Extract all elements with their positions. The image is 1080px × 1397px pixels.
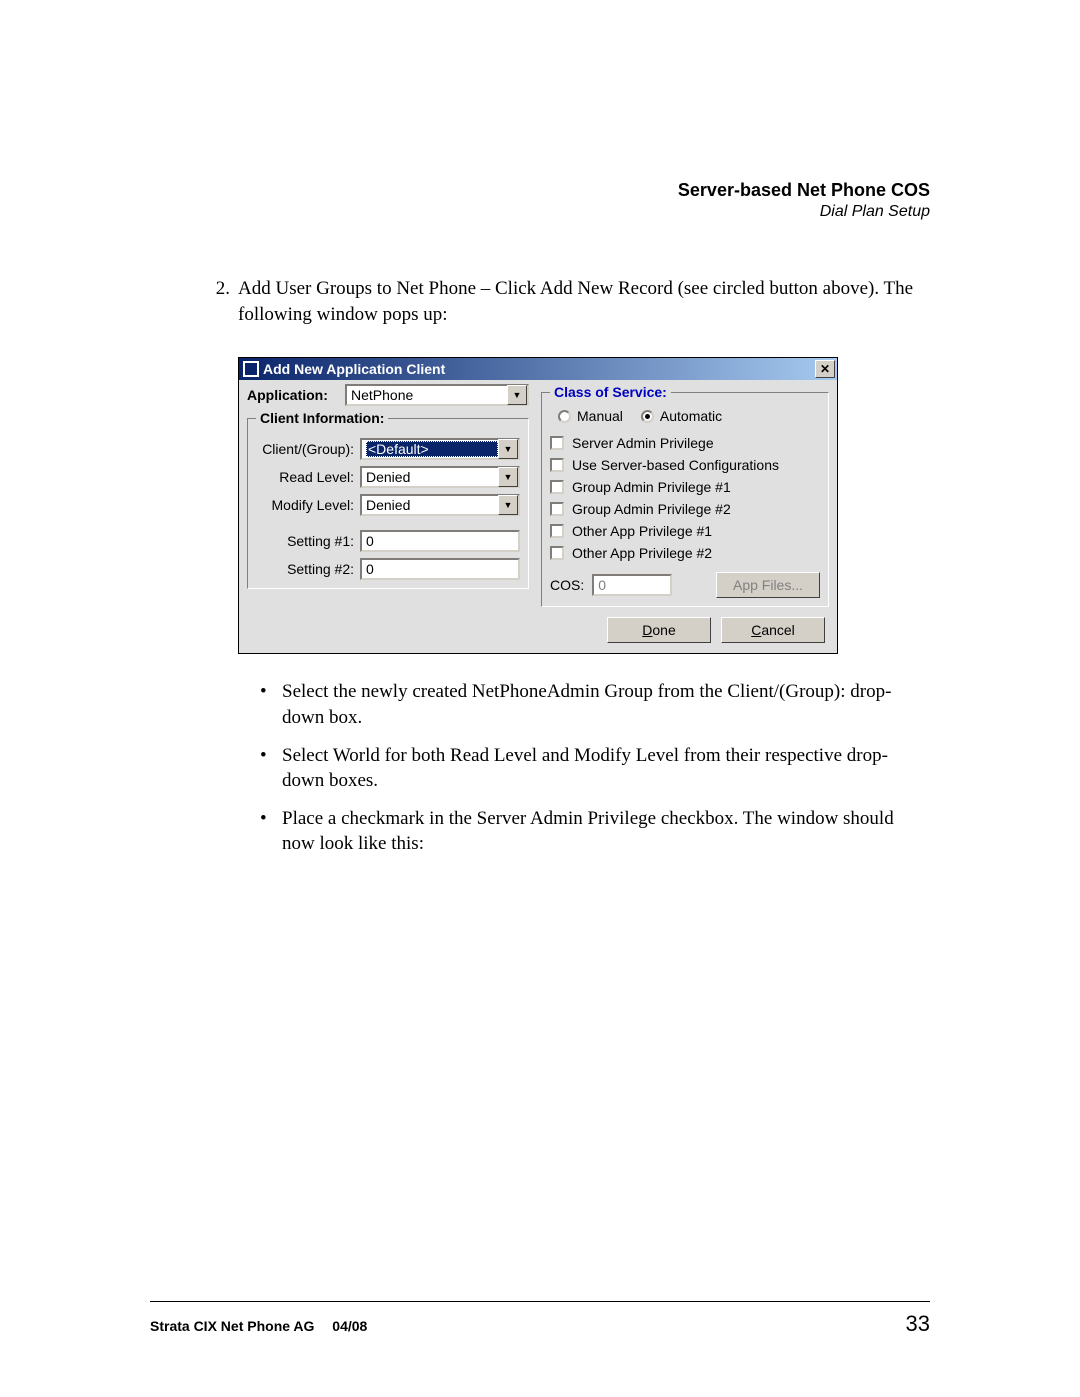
checkbox-label: Other App Privilege #2 bbox=[572, 545, 712, 561]
setting2-input[interactable]: 0 bbox=[360, 558, 520, 580]
bullet-item: Select World for both Read Level and Mod… bbox=[260, 743, 930, 794]
checkbox-label: Other App Privilege #1 bbox=[572, 523, 712, 539]
app-files-button: App Files... bbox=[716, 572, 820, 598]
client-info-legend: Client Information: bbox=[256, 410, 388, 426]
checkbox-other-app-2[interactable]: Other App Privilege #2 bbox=[550, 542, 820, 564]
chevron-down-icon[interactable]: ▼ bbox=[507, 385, 527, 405]
cancel-rest: ancel bbox=[761, 622, 794, 638]
setting1-input[interactable]: 0 bbox=[360, 530, 520, 552]
page-header: Server-based Net Phone COS Dial Plan Set… bbox=[200, 180, 930, 221]
instruction-bullets: Select the newly created NetPhoneAdmin G… bbox=[260, 679, 930, 857]
class-of-service-legend: Class of Service: bbox=[550, 384, 671, 400]
chevron-down-icon[interactable]: ▼ bbox=[498, 439, 518, 459]
step-text: Add User Groups to Net Phone – Click Add… bbox=[238, 276, 930, 327]
read-level-value: Denied bbox=[366, 469, 498, 485]
checkbox-label: Group Admin Privilege #1 bbox=[572, 479, 731, 495]
cos-input: 0 bbox=[592, 574, 672, 596]
checkbox-icon bbox=[550, 546, 564, 560]
checkbox-icon bbox=[550, 502, 564, 516]
bullet-item: Place a checkmark in the Server Admin Pr… bbox=[260, 806, 930, 857]
step-number: 2. bbox=[200, 276, 238, 327]
client-info-group: Client Information: Client/(Group): <Def… bbox=[247, 410, 529, 589]
manual-radio-label: Manual bbox=[577, 408, 623, 424]
setting1-value: 0 bbox=[366, 533, 374, 549]
checkbox-server-admin-privilege[interactable]: Server Admin Privilege bbox=[550, 432, 820, 454]
radio-icon bbox=[641, 410, 654, 423]
read-level-label: Read Level: bbox=[256, 469, 360, 485]
client-group-value: <Default> bbox=[366, 441, 498, 457]
checkbox-icon bbox=[550, 524, 564, 538]
bullet-item: Select the newly created NetPhoneAdmin G… bbox=[260, 679, 930, 730]
dialog-window: Add New Application Client ✕ Application… bbox=[238, 357, 838, 654]
dialog-screenshot: Add New Application Client ✕ Application… bbox=[238, 357, 930, 654]
setting2-value: 0 bbox=[366, 561, 374, 577]
footer-doc-name: Strata CIX Net Phone AG bbox=[150, 1318, 314, 1334]
chevron-down-icon[interactable]: ▼ bbox=[498, 467, 518, 487]
footer-date: 04/08 bbox=[332, 1318, 367, 1334]
modify-level-combo[interactable]: Denied ▼ bbox=[360, 494, 520, 516]
page-footer: Strata CIX Net Phone AG 04/08 33 bbox=[150, 1311, 930, 1337]
checkbox-label: Server Admin Privilege bbox=[572, 435, 714, 451]
step-2: 2. Add User Groups to Net Phone – Click … bbox=[200, 276, 930, 327]
header-subtitle: Dial Plan Setup bbox=[200, 203, 930, 221]
chevron-down-icon[interactable]: ▼ bbox=[498, 495, 518, 515]
checkbox-group-admin-2[interactable]: Group Admin Privilege #2 bbox=[550, 498, 820, 520]
close-button[interactable]: ✕ bbox=[815, 360, 835, 378]
application-value: NetPhone bbox=[351, 387, 507, 403]
automatic-radio-label: Automatic bbox=[660, 408, 722, 424]
application-combo[interactable]: NetPhone ▼ bbox=[345, 384, 529, 406]
window-title: Add New Application Client bbox=[263, 361, 815, 377]
cos-label: COS: bbox=[550, 577, 584, 593]
read-level-combo[interactable]: Denied ▼ bbox=[360, 466, 520, 488]
checkbox-use-server-based-config[interactable]: Use Server-based Configurations bbox=[550, 454, 820, 476]
client-group-label: Client/(Group): bbox=[256, 441, 360, 457]
modify-level-label: Modify Level: bbox=[256, 497, 360, 513]
class-of-service-group: Class of Service: Manual Automatic bbox=[541, 384, 829, 607]
setting1-label: Setting #1: bbox=[256, 533, 360, 549]
page: Server-based Net Phone COS Dial Plan Set… bbox=[0, 0, 1080, 1397]
app-icon bbox=[243, 361, 259, 377]
automatic-radio[interactable]: Automatic bbox=[641, 408, 722, 424]
checkbox-group-admin-1[interactable]: Group Admin Privilege #1 bbox=[550, 476, 820, 498]
done-rest: one bbox=[652, 622, 675, 638]
radio-icon bbox=[558, 410, 571, 423]
client-group-combo[interactable]: <Default> ▼ bbox=[360, 438, 520, 460]
header-title: Server-based Net Phone COS bbox=[200, 180, 930, 201]
cos-value: 0 bbox=[598, 577, 606, 593]
cancel-button[interactable]: Cancel bbox=[721, 617, 825, 643]
titlebar: Add New Application Client ✕ bbox=[239, 358, 837, 380]
checkbox-label: Group Admin Privilege #2 bbox=[572, 501, 731, 517]
checkbox-icon bbox=[550, 480, 564, 494]
checkbox-icon bbox=[550, 436, 564, 450]
checkbox-label: Use Server-based Configurations bbox=[572, 457, 779, 473]
close-icon: ✕ bbox=[820, 362, 830, 376]
manual-radio[interactable]: Manual bbox=[558, 408, 623, 424]
page-number: 33 bbox=[906, 1311, 930, 1337]
modify-level-value: Denied bbox=[366, 497, 498, 513]
checkbox-other-app-1[interactable]: Other App Privilege #1 bbox=[550, 520, 820, 542]
footer-rule bbox=[150, 1301, 930, 1302]
done-button[interactable]: Done bbox=[607, 617, 711, 643]
setting2-label: Setting #2: bbox=[256, 561, 360, 577]
checkbox-icon bbox=[550, 458, 564, 472]
application-label: Application: bbox=[247, 387, 345, 403]
